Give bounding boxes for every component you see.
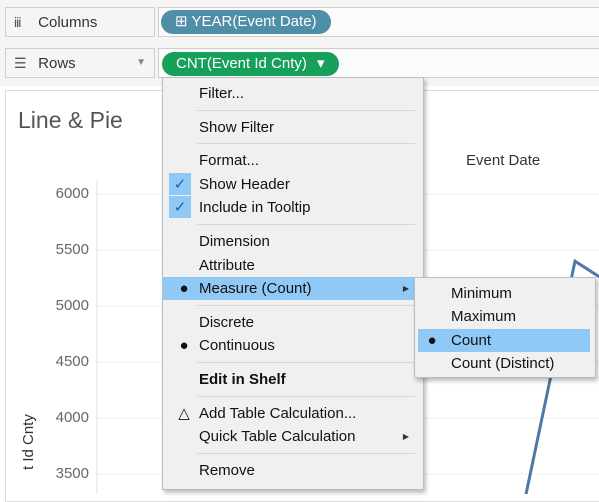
radio-dot-icon: ● <box>179 280 189 298</box>
menu-separator <box>197 452 415 454</box>
menu-item-label: Continuous <box>199 337 275 355</box>
menu-item-label: Show Filter <box>199 118 275 136</box>
menu-item-label: Measure (Count) <box>199 280 312 298</box>
menu-item-edit-in-shelf[interactable]: Edit in Shelf <box>163 368 423 391</box>
submenu-item-label: Count (Distinct) <box>451 354 555 372</box>
menu-item-label: Include in Tooltip <box>199 199 311 217</box>
submenu-item-label: Count <box>451 331 492 349</box>
menu-item-label: Add Table Calculation... <box>199 404 357 422</box>
menu-item-format[interactable]: Format... <box>163 149 423 172</box>
submenu-item-minimum[interactable]: Minimum <box>415 282 595 305</box>
submenu-arrow-icon: ▶ <box>402 432 409 442</box>
menu-separator <box>197 143 415 145</box>
radio-dot-icon: ● <box>427 331 437 349</box>
menu-separator <box>197 224 415 225</box>
menu-item-label: Discrete <box>199 313 255 331</box>
measure-submenu: Minimum Maximum ● Count Count (Distinct) <box>414 277 596 378</box>
menu-item-label: Edit in Shelf <box>199 371 286 388</box>
menu-item-remove[interactable]: Remove <box>163 459 423 482</box>
menu-separator <box>197 304 415 306</box>
submenu-item-count[interactable]: ● Count <box>418 328 590 352</box>
menu-item-label: Filter... <box>199 85 245 102</box>
menu-item-dimension[interactable]: Dimension <box>163 230 423 253</box>
menu-separator <box>197 362 415 363</box>
menu-item-show-header[interactable]: ✓ Show Header <box>163 173 423 196</box>
submenu-item-label: Maximum <box>451 308 517 326</box>
menu-item-label: Remove <box>199 461 255 479</box>
menu-item-measure-count[interactable]: ● Measure (Count) ▶ <box>163 277 423 301</box>
menu-item-discrete[interactable]: Discrete <box>163 311 423 334</box>
pill-context-menu: Filter... Show Filter Format... ✓ Show Heade… <box>162 77 424 490</box>
menu-separator <box>197 109 415 111</box>
menu-item-filter[interactable]: Filter... <box>163 82 423 105</box>
menu-item-include-in-tooltip[interactable]: ✓ Include in Tooltip <box>163 196 423 219</box>
menu-item-attribute[interactable]: Attribute <box>163 254 423 277</box>
menu-separator <box>197 395 415 397</box>
check-icon: ✓ <box>173 199 187 217</box>
menu-item-label: Show Header <box>199 175 290 193</box>
submenu-item-maximum[interactable]: Maximum <box>415 305 595 328</box>
menu-item-label: Quick Table Calculation <box>199 428 356 446</box>
delta-icon: △ <box>178 404 190 422</box>
menu-item-label: Format... <box>199 152 260 170</box>
menu-item-add-table-calculation[interactable]: △ Add Table Calculation... <box>163 402 423 425</box>
submenu-arrow-icon: ▶ <box>402 284 409 294</box>
submenu-item-count-distinct[interactable]: Count (Distinct) <box>415 352 595 375</box>
menu-item-label: Attribute <box>199 256 255 274</box>
menu-item-label: Dimension <box>199 233 270 250</box>
menu-item-show-filter[interactable]: Show Filter <box>163 116 423 139</box>
submenu-item-label: Minimum <box>451 285 512 302</box>
menu-item-continuous[interactable]: ● Continuous <box>163 334 423 357</box>
radio-dot-icon: ● <box>179 337 189 355</box>
check-icon: ✓ <box>173 175 187 193</box>
menu-item-quick-table-calculation[interactable]: Quick Table Calculation ▶ <box>163 425 423 448</box>
